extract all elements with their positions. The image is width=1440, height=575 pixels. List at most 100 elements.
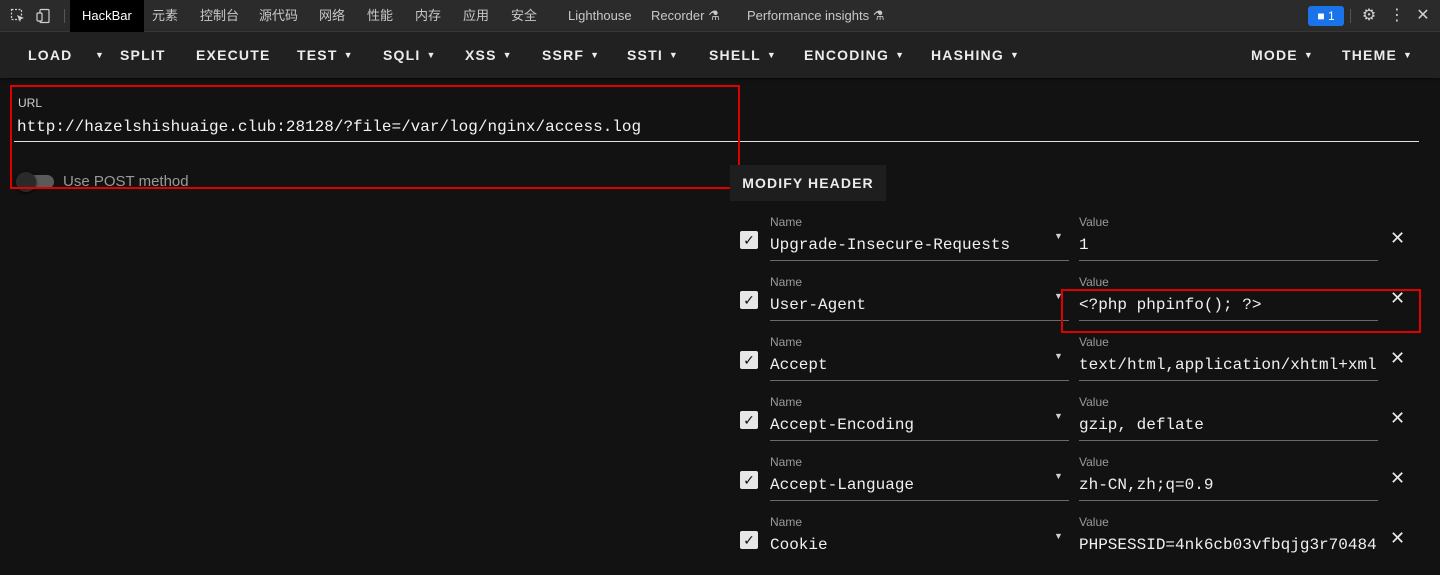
caret-down-icon: ▼ bbox=[895, 50, 906, 60]
tab-network[interactable]: 网络 bbox=[319, 0, 345, 32]
header-name-input[interactable]: Accept bbox=[770, 356, 1050, 374]
value-underline bbox=[1079, 260, 1378, 261]
tab-memory[interactable]: 内存 bbox=[415, 0, 441, 32]
remove-header-icon[interactable]: ✕ bbox=[1390, 529, 1405, 547]
caret-down-icon: ▼ bbox=[668, 50, 680, 60]
header-value-input[interactable]: gzip, deflate bbox=[1079, 416, 1379, 434]
xss-menu[interactable]: XSS ▼ bbox=[465, 32, 513, 78]
name-label: Name bbox=[770, 515, 803, 529]
tab-recorder[interactable]: Recorder ⚗ bbox=[651, 0, 720, 32]
caret-down-icon: ▼ bbox=[343, 50, 354, 60]
tab-security[interactable]: 安全 bbox=[511, 0, 537, 32]
remove-header-icon[interactable]: ✕ bbox=[1390, 469, 1405, 487]
caret-down-icon[interactable]: ▼ bbox=[1054, 531, 1063, 541]
header-enabled-checkbox[interactable]: ✓ bbox=[740, 231, 758, 249]
close-icon[interactable]: ✕ bbox=[1414, 7, 1432, 25]
tab-performance[interactable]: 性能 bbox=[367, 0, 393, 32]
message-icon: ■ bbox=[1317, 9, 1325, 23]
ssrf-menu-label: SSRF bbox=[542, 47, 585, 63]
divider bbox=[1350, 9, 1351, 23]
header-name-input[interactable]: Upgrade-Insecure-Requests bbox=[770, 236, 1050, 254]
split-button[interactable]: SPLIT bbox=[120, 32, 166, 78]
devtools-tab-bar: HackBar 元素 控制台 源代码 网络 性能 内存 应用 安全 Lighth… bbox=[0, 0, 1440, 32]
header-name-input[interactable]: Accept-Language bbox=[770, 476, 1050, 494]
header-enabled-checkbox[interactable]: ✓ bbox=[740, 291, 758, 309]
tab-hackbar[interactable]: HackBar bbox=[70, 0, 144, 32]
tab-console[interactable]: 控制台 bbox=[200, 0, 239, 32]
hashing-menu-label: HASHING bbox=[931, 47, 1004, 63]
name-underline bbox=[770, 380, 1069, 381]
ssti-menu-label: SSTI bbox=[627, 47, 663, 63]
header-name-input[interactable]: Cookie bbox=[770, 536, 1050, 554]
header-enabled-checkbox[interactable]: ✓ bbox=[740, 471, 758, 489]
theme-menu[interactable]: THEME ▼ bbox=[1342, 32, 1413, 78]
divider bbox=[64, 9, 65, 23]
url-highlight-box bbox=[10, 85, 740, 189]
tab-sources[interactable]: 源代码 bbox=[259, 0, 298, 32]
inspect-element-icon[interactable] bbox=[10, 8, 26, 24]
tab-lighthouse[interactable]: Lighthouse bbox=[568, 0, 632, 32]
hackbar-toolbar: LOAD ▼ SPLIT EXECUTE TEST ▼ SQLI ▼ XSS ▼ SS… bbox=[0, 32, 1440, 78]
test-menu-label: TEST bbox=[297, 47, 338, 63]
sqli-menu[interactable]: SQLI ▼ bbox=[383, 32, 437, 78]
header-name-input[interactable]: User-Agent bbox=[770, 296, 1050, 314]
caret-down-icon: ▼ bbox=[1403, 50, 1414, 60]
tab-performance-insights[interactable]: Performance insights ⚗ bbox=[747, 0, 884, 32]
header-value-input[interactable]: zh-CN,zh;q=0.9 bbox=[1079, 476, 1379, 494]
tab-application[interactable]: 应用 bbox=[463, 0, 489, 32]
more-options-icon[interactable]: ⋮ bbox=[1388, 7, 1406, 25]
xss-menu-label: XSS bbox=[465, 47, 497, 63]
header-value-input[interactable]: 1 bbox=[1079, 236, 1379, 254]
header-enabled-checkbox[interactable]: ✓ bbox=[740, 411, 758, 429]
execute-button[interactable]: EXECUTE bbox=[196, 32, 271, 78]
caret-down-icon: ▼ bbox=[95, 50, 106, 60]
issues-count: 1 bbox=[1327, 9, 1335, 23]
gear-icon[interactable]: ⚙ bbox=[1360, 7, 1378, 25]
value-label: Value bbox=[1079, 455, 1109, 469]
header-row: ✓ Name Upgrade-Insecure-Requests ▼ Value… bbox=[730, 215, 1420, 275]
name-underline bbox=[770, 440, 1069, 441]
header-row: ✓ Name Accept-Language ▼ Value zh-CN,zh;… bbox=[730, 455, 1420, 515]
encoding-menu[interactable]: ENCODING ▼ bbox=[804, 32, 905, 78]
caret-down-icon: ▼ bbox=[1303, 50, 1314, 60]
name-label: Name bbox=[770, 455, 803, 469]
name-underline bbox=[770, 500, 1069, 501]
test-menu[interactable]: TEST ▼ bbox=[297, 32, 354, 78]
value-label: Value bbox=[1079, 395, 1109, 409]
encoding-menu-label: ENCODING bbox=[804, 47, 890, 63]
remove-header-icon[interactable]: ✕ bbox=[1390, 229, 1405, 247]
ssti-menu[interactable]: SSTI ▼ bbox=[627, 32, 679, 78]
name-label: Name bbox=[770, 215, 803, 229]
value-underline bbox=[1079, 500, 1378, 501]
caret-down-icon[interactable]: ▼ bbox=[1054, 351, 1063, 361]
remove-header-icon[interactable]: ✕ bbox=[1390, 409, 1405, 427]
shell-menu[interactable]: SHELL ▼ bbox=[709, 32, 777, 78]
value-label: Value bbox=[1079, 215, 1109, 229]
ssrf-menu[interactable]: SSRF ▼ bbox=[542, 32, 600, 78]
caret-down-icon: ▼ bbox=[590, 50, 601, 60]
caret-down-icon[interactable]: ▼ bbox=[1054, 471, 1063, 481]
value-underline bbox=[1079, 380, 1378, 381]
value-label: Value bbox=[1079, 335, 1109, 349]
load-button[interactable]: LOAD bbox=[28, 32, 72, 78]
header-value-input[interactable]: PHPSESSID=4nk6cb03vfbqjg3r70484 bbox=[1079, 536, 1379, 554]
modify-header-button[interactable]: MODIFY HEADER bbox=[730, 165, 886, 201]
device-toolbar-icon[interactable] bbox=[36, 8, 52, 24]
value-label: Value bbox=[1079, 515, 1109, 529]
hashing-menu[interactable]: HASHING ▼ bbox=[931, 32, 1020, 78]
caret-down-icon[interactable]: ▼ bbox=[1054, 231, 1063, 241]
mode-menu-label: MODE bbox=[1251, 47, 1298, 63]
tab-elements[interactable]: 元素 bbox=[152, 0, 178, 32]
load-dropdown-button[interactable]: ▼ bbox=[89, 32, 105, 78]
caret-down-icon: ▼ bbox=[1009, 50, 1021, 60]
header-name-input[interactable]: Accept-Encoding bbox=[770, 416, 1050, 434]
header-enabled-checkbox[interactable]: ✓ bbox=[740, 351, 758, 369]
header-value-input[interactable]: text/html,application/xhtml+xml bbox=[1079, 356, 1379, 374]
remove-header-icon[interactable]: ✕ bbox=[1390, 349, 1405, 367]
caret-down-icon[interactable]: ▼ bbox=[1054, 411, 1063, 421]
name-label: Name bbox=[770, 395, 803, 409]
mode-menu[interactable]: MODE ▼ bbox=[1251, 32, 1314, 78]
header-enabled-checkbox[interactable]: ✓ bbox=[740, 531, 758, 549]
header-row: ✓ Name Cookie ▼ Value PHPSESSID=4nk6cb03… bbox=[730, 515, 1420, 575]
issues-badge[interactable]: ■ 1 bbox=[1308, 6, 1344, 26]
